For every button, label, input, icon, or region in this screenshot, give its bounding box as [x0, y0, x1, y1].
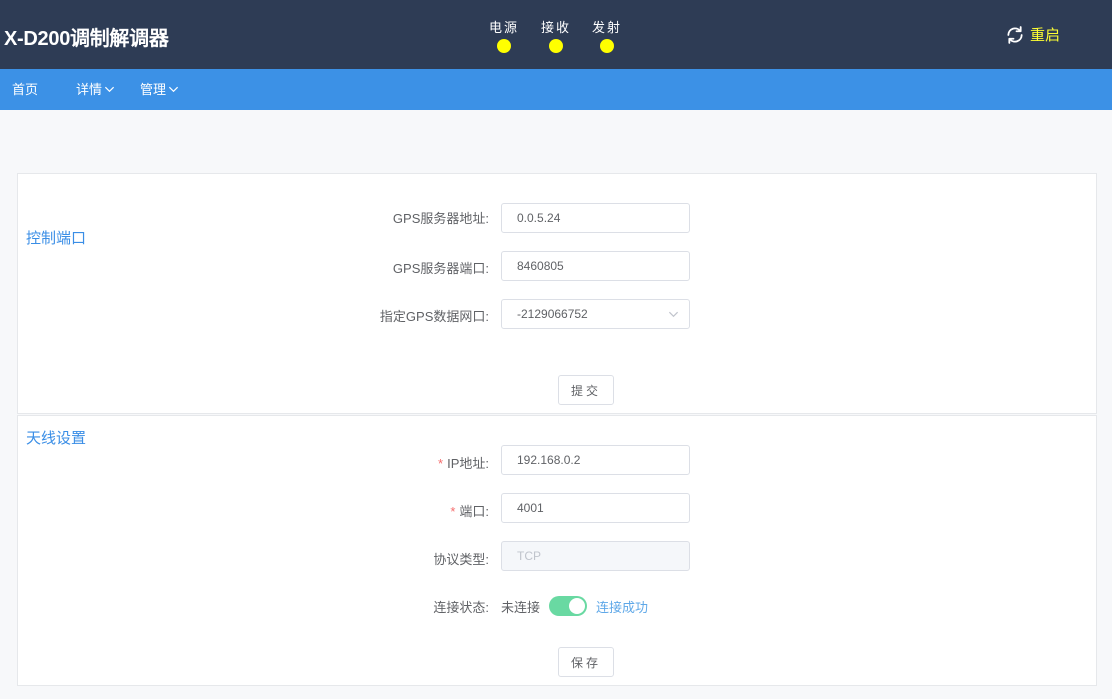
switch-knob [569, 598, 586, 614]
gps-server-port-value: 8460805 [517, 259, 564, 273]
nav-item-details[interactable]: 详情 [76, 69, 115, 110]
ip-address-label-text: IP地址: [447, 456, 489, 471]
connection-status-switch[interactable] [549, 596, 588, 616]
power-indicator: 电源 [484, 17, 524, 53]
protocol-type-value: TCP [517, 549, 541, 563]
control-port-panel: 控制端口 GPS服务器地址: 0.0.5.24 GPS服务器端口: 846080… [17, 173, 1097, 414]
nav-item-manage[interactable]: 管理 [140, 69, 179, 110]
port-input[interactable]: 4001 [501, 493, 690, 523]
gps-data-port-label: 指定GPS数据网口: [379, 309, 489, 324]
nav-item-details-label: 详情 [76, 82, 103, 97]
power-indicator-dot [497, 39, 511, 53]
app-title: X-D200调制解调器 [4, 28, 169, 50]
transmit-indicator-label: 发射 [591, 20, 622, 35]
connection-status-switch-group: 未连接 连接成功 [501, 596, 648, 616]
switch-off-label: 未连接 [501, 599, 541, 615]
gps-data-port-value: -2129066752 [517, 307, 588, 321]
connection-status-label: 连接状态: [433, 600, 489, 615]
antenna-settings-panel: 天线设置 * IP地址: 192.168.0.2 * 端口: 4001 协议类型: … [17, 415, 1097, 686]
port-label-text: 端口: [459, 504, 489, 519]
receive-indicator-label: 接收 [540, 20, 571, 35]
ip-address-input[interactable]: 192.168.0.2 [501, 445, 690, 475]
antenna-settings-title: 天线设置 [26, 430, 87, 447]
gps-data-port-select[interactable]: -2129066752 [501, 299, 690, 329]
nav-item-home[interactable]: 首页 [12, 69, 38, 110]
control-port-title: 控制端口 [26, 230, 87, 247]
required-mark: * [450, 504, 456, 519]
transmit-indicator-dot [600, 39, 614, 53]
nav-item-home-label: 首页 [12, 82, 39, 97]
power-indicator-label: 电源 [488, 20, 519, 35]
protocol-type-label: 协议类型: [433, 552, 489, 567]
gps-server-address-input[interactable]: 0.0.5.24 [501, 203, 690, 233]
top-header: X-D200调制解调器 电源 接收 发射 重启 [0, 0, 1112, 69]
ip-address-label: * IP地址: [438, 453, 489, 472]
ip-address-value: 192.168.0.2 [517, 453, 581, 467]
receive-indicator: 接收 [536, 17, 576, 53]
nav-bar: 首页 详情 管理 [0, 69, 1112, 110]
chevron-down-icon [168, 86, 179, 93]
save-button[interactable]: 保存 [558, 647, 614, 677]
protocol-type-input: TCP [501, 541, 690, 571]
gps-server-port-label: GPS服务器端口: [392, 261, 489, 276]
port-label: * 端口: [450, 501, 489, 520]
port-value: 4001 [517, 501, 544, 515]
restart-button[interactable]: 重启 [1005, 24, 1060, 45]
switch-on-label: 连接成功 [596, 599, 649, 615]
refresh-icon [1007, 25, 1023, 44]
submit-button[interactable]: 提交 [558, 375, 614, 405]
gps-server-address-label: GPS服务器地址: [392, 211, 489, 226]
receive-indicator-dot [549, 39, 563, 53]
restart-label: 重启 [1030, 27, 1061, 44]
transmit-indicator: 发射 [587, 17, 627, 53]
chevron-down-icon [668, 311, 679, 318]
gps-server-address-value: 0.0.5.24 [517, 211, 561, 225]
chevron-down-icon [104, 86, 115, 93]
required-mark: * [438, 456, 444, 471]
gps-server-port-input[interactable]: 8460805 [501, 251, 690, 281]
nav-item-manage-label: 管理 [140, 82, 167, 97]
